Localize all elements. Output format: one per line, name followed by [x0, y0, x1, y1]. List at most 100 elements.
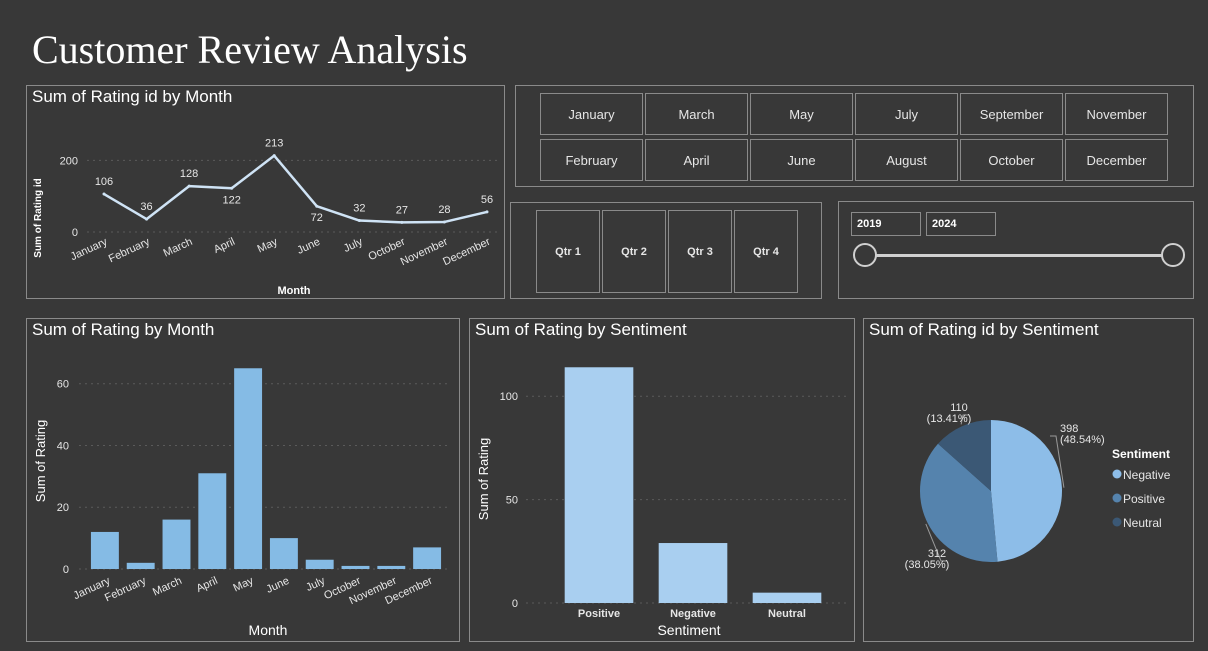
bar-sentiment-neutral — [752, 592, 822, 603]
line-point-october — [400, 220, 404, 224]
line-xtick-label: November — [399, 236, 450, 268]
line-xtick-label: March — [162, 236, 195, 260]
line-yaxis-title: Sum of Rating id — [33, 178, 44, 257]
quarter-button-qtr-4[interactable]: Qtr 4 — [734, 210, 798, 293]
year-slider-track[interactable] — [865, 254, 1173, 257]
line-xtick-label: December — [441, 236, 492, 268]
line-point-january — [102, 192, 106, 196]
bar-month-june — [269, 538, 298, 569]
bar-month-january — [90, 531, 119, 569]
pie-slice-negative — [991, 420, 1062, 562]
line-point-february — [145, 217, 149, 221]
bar-month-may — [234, 368, 263, 569]
bar-month-october — [341, 565, 370, 569]
year-end-input[interactable]: 2024 — [926, 212, 996, 236]
quarter-button-qtr-1[interactable]: Qtr 1 — [536, 210, 600, 293]
pie-legend-label-negative: Negative — [1123, 468, 1171, 482]
month-button-march[interactable]: March — [645, 93, 748, 135]
line-point-november — [442, 220, 446, 224]
month-button-april[interactable]: April — [645, 139, 748, 181]
bar-sentiment-negative — [658, 543, 728, 603]
line-chart-panel: Sum of Rating id by Month 0 200 106 36 128 12… — [26, 85, 505, 299]
page-title: Customer Review Analysis — [32, 27, 468, 72]
pie-legend-marker-negative — [1112, 469, 1122, 479]
year-slider-end-handle[interactable] — [1161, 243, 1185, 267]
line-ytick-label: 200 — [60, 155, 78, 167]
pie-percent-label: (48.54%) — [1060, 434, 1105, 446]
year-start-input[interactable]: 2019 — [851, 212, 921, 236]
month-button-october[interactable]: October — [960, 139, 1063, 181]
line-xtick-label: June — [295, 236, 322, 257]
bar-month-xtick-label: March — [151, 575, 184, 599]
bar-sentiment-yaxis-title: Sum of Rating — [476, 438, 491, 520]
bar-sentiment-ytick-label: 0 — [512, 598, 518, 610]
bar-month-ytick-label: 0 — [63, 564, 69, 576]
month-button-january[interactable]: January — [540, 93, 643, 135]
pie-legend-label-neutral: Neutral — [1123, 516, 1162, 530]
month-slicer-panel: January March May July September November Febr… — [515, 85, 1194, 187]
line-data-label: 27 — [396, 204, 408, 216]
bar-month-xtick-label: May — [231, 575, 255, 595]
year-slider-start-handle[interactable] — [853, 243, 877, 267]
bar-month-ytick-label: 20 — [57, 502, 69, 514]
month-button-november[interactable]: November — [1065, 93, 1168, 135]
line-xtick-label: July — [342, 236, 365, 255]
line-data-label: 122 — [222, 194, 240, 206]
year-slicer-panel: 2019 2024 — [838, 201, 1194, 299]
line-data-label: 213 — [265, 138, 283, 150]
line-point-december — [485, 210, 489, 214]
month-button-december[interactable]: December — [1065, 139, 1168, 181]
bar-sentiment-ytick-label: 50 — [506, 495, 518, 507]
pie-percent-label: (13.41%) — [927, 413, 972, 425]
month-button-september[interactable]: September — [960, 93, 1063, 135]
bar-sentiment-ytick-label: 100 — [500, 391, 518, 403]
line-data-label: 32 — [353, 203, 365, 215]
line-xaxis-title: Month — [278, 285, 311, 297]
bar-month-xtick-label: April — [195, 575, 220, 595]
bar-month-march — [162, 519, 191, 569]
pie-panel: Sum of Rating id by Sentiment 398 (48.54%… — [863, 318, 1194, 642]
line-series — [103, 154, 488, 224]
pie-legend-marker-positive — [1112, 493, 1122, 503]
line-xtick-label: January — [69, 236, 110, 264]
bar-month-ytick-label: 60 — [57, 379, 69, 391]
bar-sentiment-xtick-label: Neutral — [768, 608, 806, 620]
line-data-label: 56 — [481, 194, 493, 206]
pie-legend-title: Sentiment — [1112, 447, 1170, 461]
bar-sentiment-xaxis-title: Sentiment — [657, 622, 720, 638]
line-data-label: 128 — [180, 168, 198, 180]
month-button-february[interactable]: February — [540, 139, 643, 181]
quarter-button-qtr-3[interactable]: Qtr 3 — [668, 210, 732, 293]
bar-sentiment-positive — [564, 367, 634, 603]
pie-legend-marker-neutral — [1112, 517, 1122, 527]
bar-month-july — [305, 559, 334, 569]
bar-sentiment-chart: 0 50 100 Positive Negative Neutral Sentiment Su… — [476, 367, 848, 638]
line-point-march — [187, 184, 191, 188]
bar-month-xtick-label: June — [264, 575, 291, 596]
line-point-may — [272, 154, 276, 158]
line-point-july — [357, 219, 361, 223]
line-data-label: 72 — [311, 212, 323, 224]
pie-percent-label: (38.05%) — [905, 559, 950, 571]
bar-month-february — [126, 562, 155, 569]
bar-sentiment-panel: Sum of Rating by Sentiment 0 50 100 Positiv… — [469, 318, 855, 642]
bar-month-panel: Sum of Rating by Month 0 20 40 60 January Feb… — [26, 318, 460, 642]
month-button-may[interactable]: May — [750, 93, 853, 135]
line-xtick-label: April — [212, 236, 237, 256]
line-xtick-label: May — [256, 236, 280, 256]
line-data-label: 28 — [438, 204, 450, 216]
month-button-june[interactable]: June — [750, 139, 853, 181]
month-button-july[interactable]: July — [855, 93, 958, 135]
bar-sentiment-xtick-label: Positive — [578, 608, 620, 620]
bar-month-yaxis-title: Sum of Rating — [33, 420, 48, 502]
bar-month-december — [413, 547, 442, 569]
line-ytick-label: 0 — [72, 227, 78, 239]
line-chart: 0 200 106 36 128 122 213 72 32 27 28 56 JanuaryFebru… — [33, 138, 497, 297]
month-button-august[interactable]: August — [855, 139, 958, 181]
line-point-june — [315, 204, 319, 208]
bar-month-xaxis-title: Month — [249, 622, 288, 638]
line-data-label: 106 — [95, 176, 113, 188]
quarter-button-qtr-2[interactable]: Qtr 2 — [602, 210, 666, 293]
line-point-april — [230, 186, 234, 190]
line-data-label: 36 — [140, 201, 152, 213]
